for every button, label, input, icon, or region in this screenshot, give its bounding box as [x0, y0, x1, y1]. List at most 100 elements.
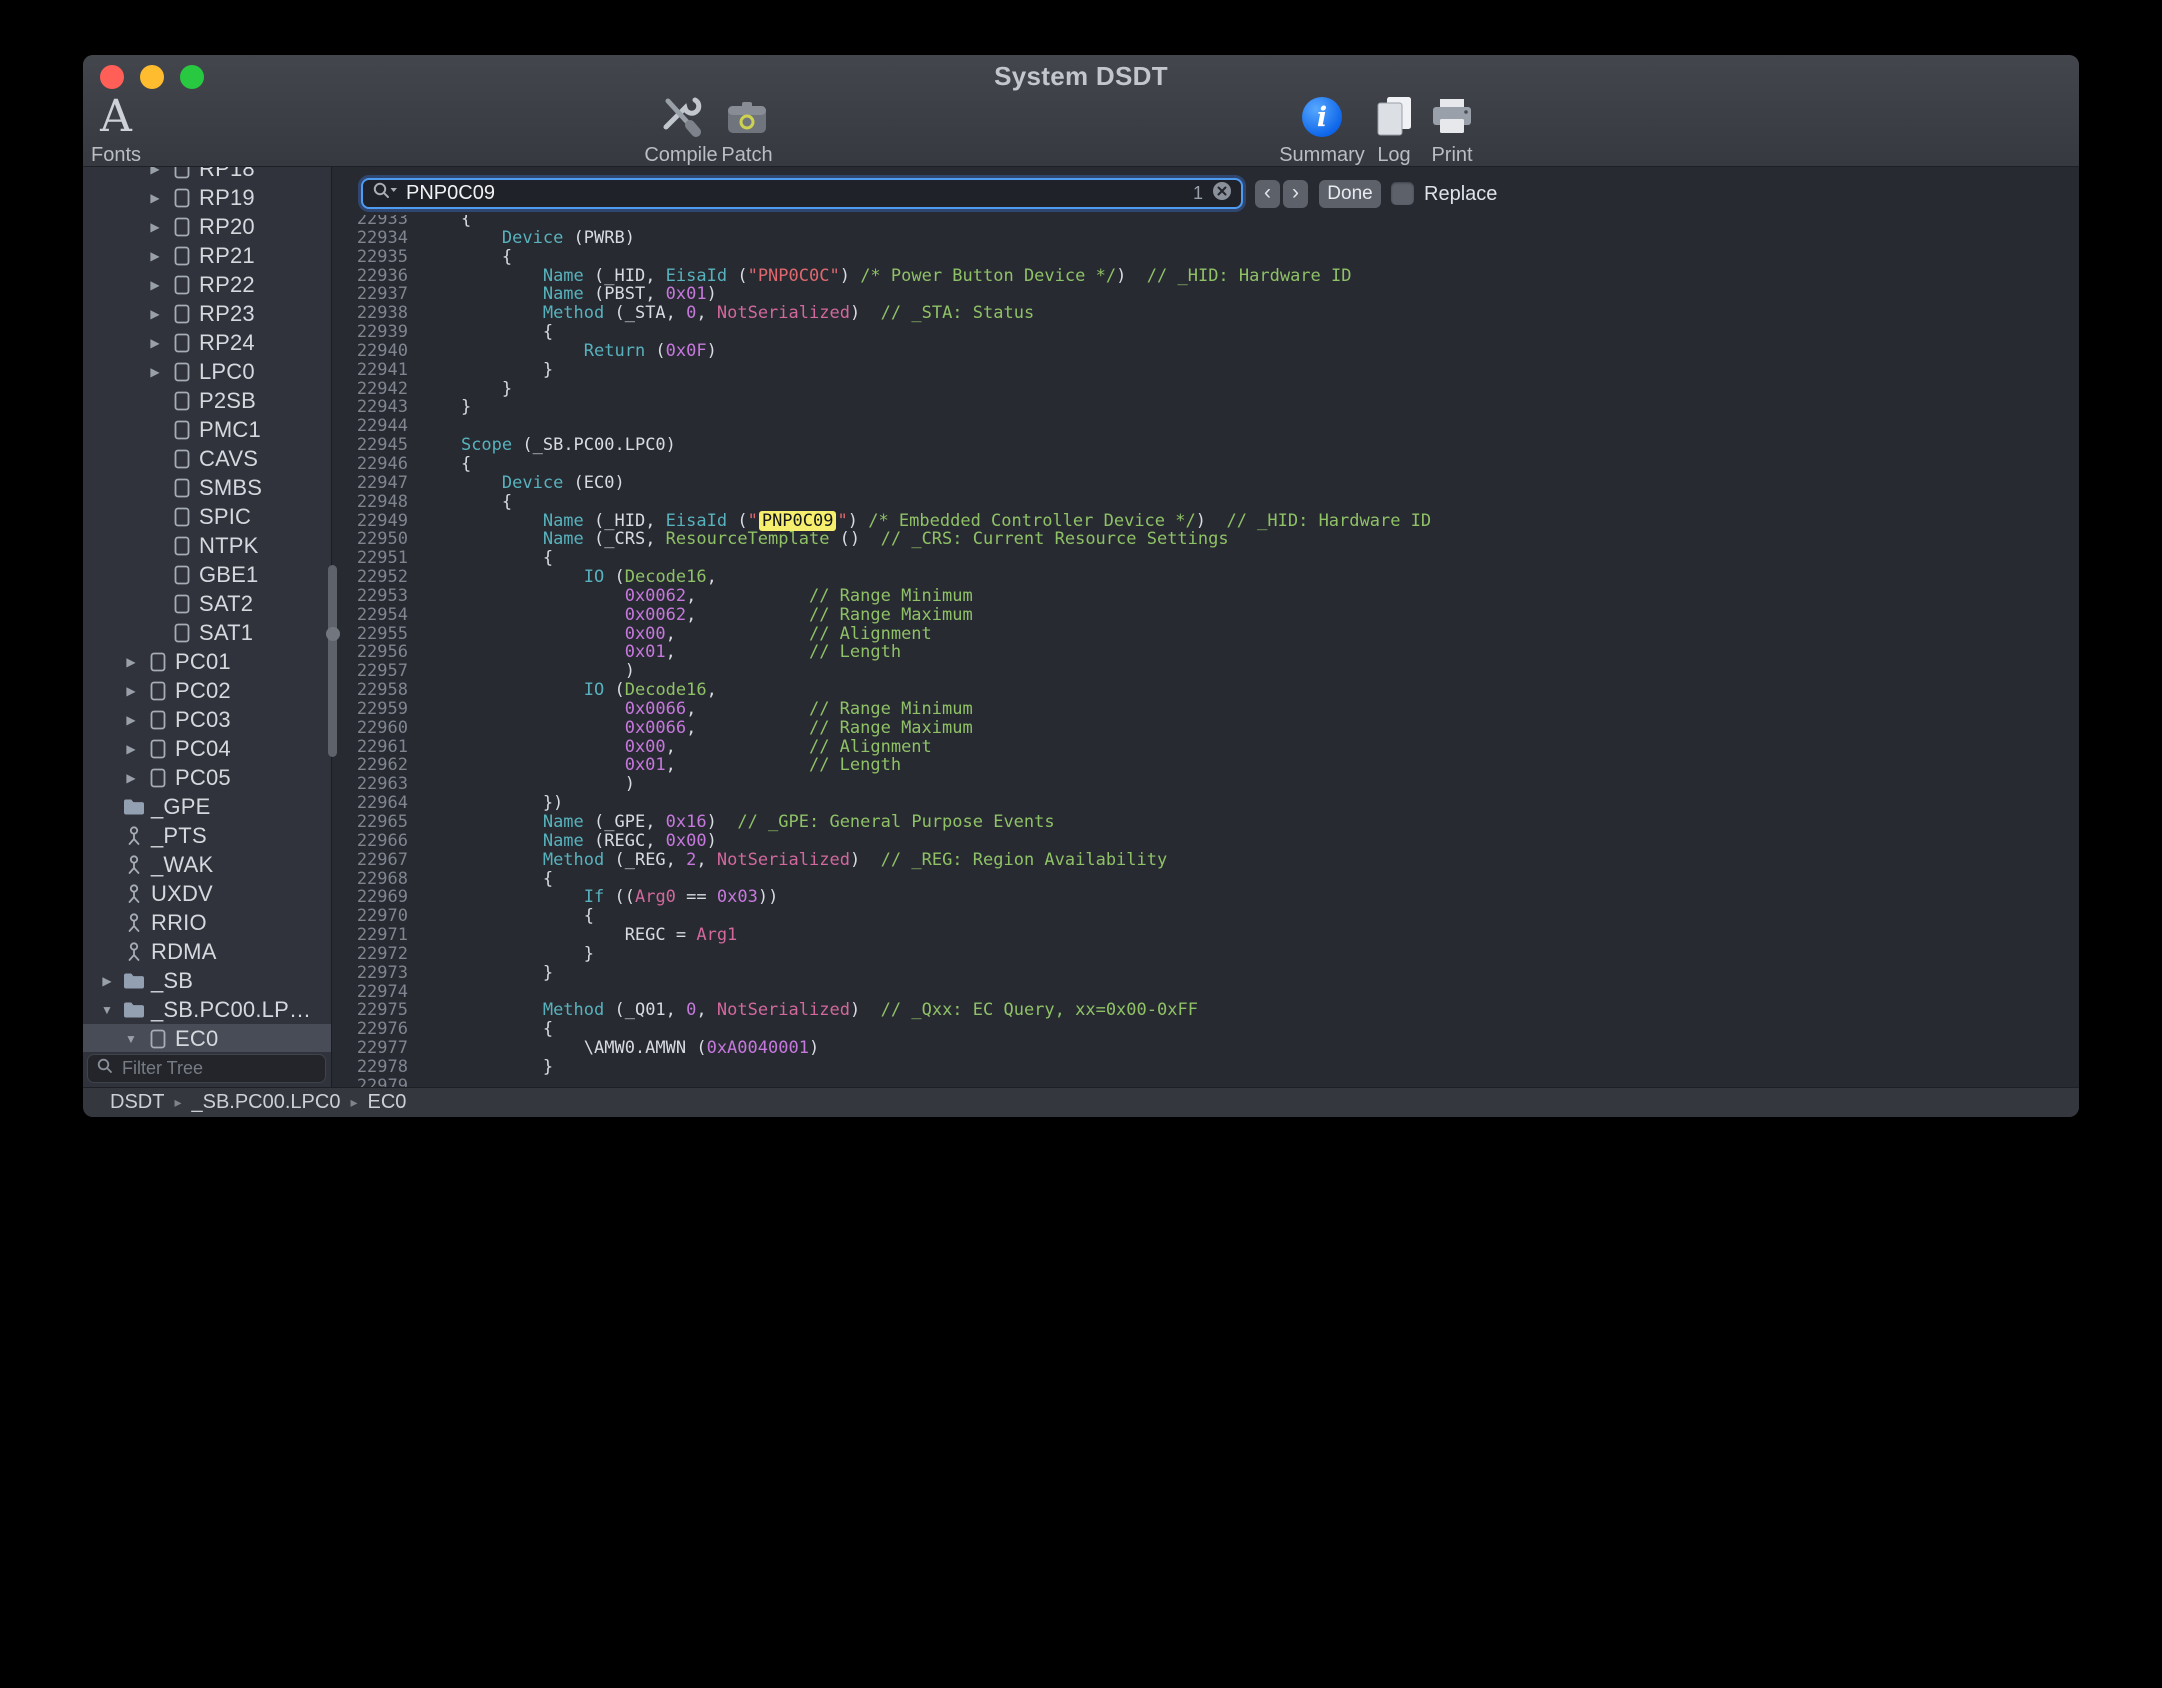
chevron-right-icon[interactable]: ▶: [119, 684, 143, 698]
chevron-right-icon[interactable]: ▶: [95, 974, 119, 988]
sidebar-item-rdma[interactable]: RDMA: [83, 937, 331, 966]
line-number: 22964: [332, 794, 408, 813]
breadcrumb-separator: ▸: [350, 1094, 357, 1111]
chevron-down-icon[interactable]: ▼: [95, 1003, 119, 1017]
sidebar-item-label: PMC1: [199, 417, 261, 443]
code-text: 0x0062, // Range Minimum: [420, 587, 973, 606]
chevron-right-icon[interactable]: ▶: [143, 336, 167, 350]
chevron-right-icon[interactable]: ▶: [143, 365, 167, 379]
code-line: 22943 }: [332, 398, 2079, 417]
find-input[interactable]: [404, 181, 1185, 206]
breadcrumb-separator: ▸: [174, 1094, 181, 1111]
code-text: 0x01, // Length: [420, 756, 901, 775]
filter-field[interactable]: [87, 1054, 326, 1083]
breadcrumb-item[interactable]: DSDT: [110, 1091, 164, 1114]
doc-icon: [167, 303, 197, 325]
line-number: 22978: [332, 1058, 408, 1077]
code-line: 22937 Name (PBST, 0x01): [332, 285, 2079, 304]
fonts-button[interactable]: A Fonts: [85, 91, 147, 167]
sidebar-item-pc05[interactable]: ▶PC05: [83, 763, 331, 792]
sidebar-item-uxdv[interactable]: UXDV: [83, 879, 331, 908]
sidebar-item-pc03[interactable]: ▶PC03: [83, 705, 331, 734]
sidebar-item-_pts[interactable]: _PTS: [83, 821, 331, 850]
sidebar-item-smbs[interactable]: SMBS: [83, 473, 331, 502]
doc-icon: [167, 419, 197, 441]
doc-icon: [167, 332, 197, 354]
line-number: 22952: [332, 568, 408, 587]
summary-button[interactable]: i Summary: [1272, 91, 1372, 167]
sidebar-item-label: RP22: [199, 272, 255, 298]
sidebar-item-rp19[interactable]: ▶RP19: [83, 183, 331, 212]
sidebar-item-label: SPIC: [199, 504, 251, 530]
sidebar-item-_gpe[interactable]: _GPE: [83, 792, 331, 821]
code-viewport[interactable]: 22933 {22934 Device (PWRB)22935 {22936 N…: [332, 215, 2079, 1088]
sidebar-item-_wak[interactable]: _WAK: [83, 850, 331, 879]
sidebar-item-ntpk[interactable]: NTPK: [83, 531, 331, 560]
sidebar-item-label: SAT2: [199, 591, 253, 617]
find-next-button[interactable]: ›: [1283, 180, 1308, 208]
breadcrumb-item[interactable]: _SB.PC00.LPC0: [191, 1091, 340, 1114]
sidebar-item-rp23[interactable]: ▶ RP23: [83, 299, 331, 328]
sidebar-item-pmc1[interactable]: PMC1: [83, 415, 331, 444]
chevron-right-icon[interactable]: ▶: [143, 167, 167, 176]
search-menu-icon[interactable]: [371, 181, 398, 206]
method-icon: [119, 941, 149, 963]
chevron-right-icon[interactable]: ▶: [119, 713, 143, 727]
code-line: 22948 {: [332, 493, 2079, 512]
sidebar-item-rrio[interactable]: RRIO: [83, 908, 331, 937]
sidebar-item-rp24[interactable]: ▶RP24: [83, 328, 331, 357]
sidebar-item-lpc0[interactable]: ▶LPC0: [83, 357, 331, 386]
line-number: 22946: [332, 455, 408, 474]
chevron-right-icon[interactable]: ▶: [143, 278, 167, 292]
chevron-right-icon[interactable]: ▶: [143, 191, 167, 205]
chevron-right-icon[interactable]: ▶: [119, 742, 143, 756]
find-previous-button[interactable]: ‹: [1255, 180, 1280, 208]
replace-checkbox[interactable]: [1391, 182, 1414, 205]
sidebar-item-sat1[interactable]: SAT1: [83, 618, 331, 647]
done-button[interactable]: Done: [1319, 180, 1381, 208]
chevron-right-icon[interactable]: ▶: [119, 771, 143, 785]
sidebar-item-rp20[interactable]: ▶RP20: [83, 212, 331, 241]
sidebar-item-label: RP23: [199, 301, 255, 327]
sidebar-item-pc04[interactable]: ▶PC04: [83, 734, 331, 763]
breadcrumb-item[interactable]: EC0: [368, 1091, 407, 1114]
chevron-right-icon[interactable]: ▶: [143, 220, 167, 234]
doc-icon: [167, 187, 197, 209]
splitter-handle[interactable]: [326, 627, 340, 641]
sidebar-item-pc01[interactable]: ▶PC01: [83, 647, 331, 676]
code-line: 22978 }: [332, 1058, 2079, 1077]
sidebar-item-ec0[interactable]: ▼EC0: [83, 1024, 331, 1052]
find-field[interactable]: 1: [361, 178, 1243, 209]
line-number: 22969: [332, 888, 408, 907]
patch-button[interactable]: Patch: [711, 91, 783, 167]
sidebar-item-rp18[interactable]: ▶RP18: [83, 167, 331, 183]
code-text: {: [420, 323, 553, 342]
chevron-right-icon[interactable]: ▶: [143, 307, 167, 321]
sidebar-item-rp21[interactable]: ▶RP21: [83, 241, 331, 270]
sidebar-item-_sb-pc00-lp-[interactable]: ▼_SB.PC00.LP…: [83, 995, 331, 1024]
code-text: 0x00, // Alignment: [420, 625, 932, 644]
sidebar-item-_sb[interactable]: ▶_SB: [83, 966, 331, 995]
code-line: 22939 {: [332, 323, 2079, 342]
search-icon: [96, 1057, 114, 1080]
chevron-right-icon[interactable]: ▶: [143, 249, 167, 263]
line-number: 22933: [332, 215, 408, 229]
doc-icon: [143, 709, 173, 731]
line-number: 22948: [332, 493, 408, 512]
sidebar-item-spic[interactable]: SPIC: [83, 502, 331, 531]
filter-tree-input[interactable]: [120, 1057, 317, 1080]
sidebar-item-p2sb[interactable]: P2SB: [83, 386, 331, 415]
sidebar-item-pc02[interactable]: ▶PC02: [83, 676, 331, 705]
doc-icon: [167, 448, 197, 470]
print-button[interactable]: Print: [1416, 91, 1488, 167]
clear-search-icon[interactable]: [1211, 180, 1233, 207]
sidebar-item-gbe1[interactable]: GBE1: [83, 560, 331, 589]
sidebar-scrollbar-thumb[interactable]: [328, 565, 337, 757]
sidebar-tree: ▶RP18▶RP19▶RP20▶RP21▶RP22▶RP23▶RP24▶LPC0…: [83, 167, 331, 1052]
code-line: 22965 Name (_GPE, 0x16) // _GPE: General…: [332, 813, 2079, 832]
sidebar-item-cavs[interactable]: CAVS: [83, 444, 331, 473]
sidebar-item-rp22[interactable]: ▶ RP22: [83, 270, 331, 299]
sidebar-item-sat2[interactable]: SAT2: [83, 589, 331, 618]
chevron-right-icon[interactable]: ▶: [119, 655, 143, 669]
chevron-down-icon[interactable]: ▼: [119, 1032, 143, 1046]
